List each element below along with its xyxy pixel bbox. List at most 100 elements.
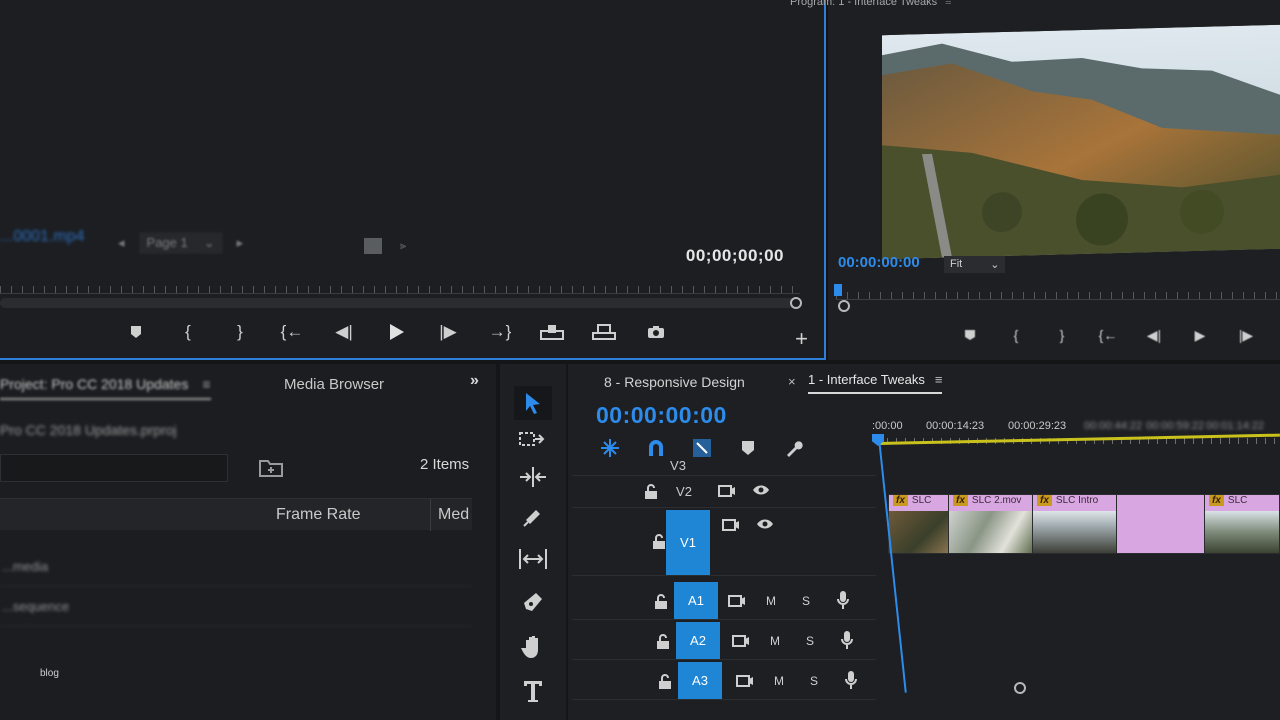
drag-video-icon[interactable]	[364, 238, 382, 254]
list-item[interactable]: ...media	[0, 548, 472, 586]
lock-icon[interactable]	[654, 594, 668, 610]
step-back-icon[interactable]: ◀|	[328, 318, 360, 346]
go-to-in-icon[interactable]: {←	[276, 318, 308, 346]
item-count: 2 Items	[420, 456, 470, 473]
timeline-clip[interactable]	[1116, 494, 1206, 554]
export-frame-icon[interactable]	[640, 318, 672, 346]
timeline-playhead[interactable]	[878, 437, 907, 693]
panel-menu-icon[interactable]: ≡	[945, 0, 951, 8]
track-label[interactable]: A3	[678, 662, 722, 699]
lock-icon[interactable]	[652, 534, 666, 550]
microphone-icon[interactable]	[836, 590, 850, 610]
track-a1: A1 M S	[572, 582, 876, 620]
lock-icon[interactable]	[658, 674, 672, 690]
track-label[interactable]: A2	[676, 622, 720, 659]
program-playhead[interactable]	[834, 284, 842, 296]
tools-panel	[500, 364, 566, 720]
drag-audio-icon[interactable]: ⫸	[400, 240, 406, 253]
column-frame-rate[interactable]: Frame Rate	[276, 506, 360, 524]
solo-button[interactable]: S	[810, 674, 818, 688]
ripple-edit-icon[interactable]	[514, 460, 552, 494]
play-icon[interactable]: ▶	[1188, 324, 1212, 346]
program-title[interactable]: Program: 1 - Interface Tweaks ≡	[790, 0, 952, 8]
project-panel: Project: Pro CC 2018 Updates ≡ Media Brow…	[0, 364, 496, 720]
program-scroll-handle[interactable]	[838, 300, 850, 312]
program-timecode[interactable]: 00:00:00:00	[838, 254, 920, 271]
mark-out-icon[interactable]: }	[224, 318, 256, 346]
source-clip-name[interactable]: ...0001.mp4	[0, 228, 85, 246]
step-back-icon[interactable]: ◀|	[1142, 324, 1166, 346]
source-zoom-scrollbar[interactable]	[0, 297, 802, 309]
panel-menu-icon[interactable]: ≡	[935, 372, 943, 387]
column-media[interactable]: Med	[438, 506, 469, 524]
track-label[interactable]: V3	[656, 456, 700, 475]
mute-button[interactable]: M	[774, 674, 784, 688]
list-item-label: ...media	[2, 559, 49, 574]
add-button[interactable]: +	[795, 326, 808, 352]
insert-icon[interactable]	[536, 318, 568, 346]
sync-lock-icon[interactable]	[718, 484, 736, 498]
track-select-forward-icon[interactable]	[514, 422, 552, 456]
sync-lock-icon[interactable]	[722, 518, 740, 532]
lock-icon[interactable]	[656, 634, 670, 650]
tab-project[interactable]: Project: Pro CC 2018 Updates ≡	[0, 376, 211, 400]
column-divider[interactable]	[430, 499, 431, 531]
source-timecode[interactable]: 00;00;00;00	[686, 246, 784, 266]
go-to-out-icon[interactable]: →}	[484, 318, 516, 346]
mark-in-icon[interactable]: {	[1004, 324, 1028, 346]
sync-lock-icon[interactable]	[732, 634, 750, 648]
sync-lock-icon[interactable]	[728, 594, 746, 608]
lock-icon[interactable]	[644, 484, 658, 500]
eye-icon[interactable]	[756, 518, 774, 530]
tab-responsive-design[interactable]: 8 - Responsive Design	[604, 374, 745, 390]
pen-icon[interactable]	[514, 586, 552, 620]
source-time-ruler[interactable]	[0, 272, 800, 294]
overwrite-icon[interactable]	[588, 318, 620, 346]
step-forward-icon[interactable]: |▶	[1234, 324, 1258, 346]
fit-dropdown[interactable]: Fit ⌄	[944, 256, 1006, 273]
marker-icon[interactable]	[958, 324, 982, 346]
tab-interface-tweaks[interactable]: 1 - Interface Tweaks ≡	[808, 372, 943, 394]
search-input[interactable]	[0, 454, 228, 482]
play-icon[interactable]	[380, 318, 412, 346]
mark-out-icon[interactable]: }	[1050, 324, 1074, 346]
track-label[interactable]: A1	[674, 582, 718, 619]
panel-menu-icon[interactable]: ≡	[202, 376, 210, 392]
timeline-zoom-handle[interactable]	[1014, 682, 1026, 694]
solo-button[interactable]: S	[802, 594, 810, 608]
step-forward-icon[interactable]: |▶	[432, 318, 464, 346]
marker-icon[interactable]	[120, 318, 152, 346]
track-label[interactable]: V2	[662, 476, 706, 507]
timeline-clip[interactable]: fx SLC	[888, 494, 950, 554]
microphone-icon[interactable]	[840, 630, 854, 650]
list-item[interactable]: ...sequence	[0, 588, 472, 626]
eye-icon[interactable]	[752, 484, 770, 496]
next-page-icon[interactable]: ▸	[237, 235, 244, 251]
timeline-clip[interactable]: fx SLC 2.mov	[948, 494, 1034, 554]
prev-page-icon[interactable]: ◂	[118, 235, 125, 251]
sync-lock-icon[interactable]	[736, 674, 754, 688]
program-title-label: Program: 1 - Interface Tweaks	[790, 0, 938, 8]
mark-in-icon[interactable]: {	[172, 318, 204, 346]
tab-media-browser[interactable]: Media Browser	[284, 376, 384, 393]
timeline-timecode[interactable]: 00:00:00:00	[596, 402, 727, 429]
type-icon[interactable]	[514, 674, 552, 708]
slip-icon[interactable]	[514, 542, 552, 576]
more-panels-icon[interactable]: »	[470, 372, 479, 390]
go-to-in-icon[interactable]: {←	[1096, 324, 1120, 346]
program-time-ruler[interactable]	[836, 278, 1280, 300]
selection-tool-icon[interactable]	[514, 386, 552, 420]
timeline-clip[interactable]: fx SLC Intro	[1032, 494, 1118, 554]
microphone-icon[interactable]	[844, 670, 858, 690]
new-bin-icon[interactable]	[258, 456, 284, 478]
razor-icon[interactable]	[514, 500, 552, 534]
track-label[interactable]: V1	[666, 510, 710, 575]
mute-button[interactable]: M	[770, 634, 780, 648]
close-icon[interactable]: ×	[788, 374, 796, 389]
hand-icon[interactable]	[514, 630, 552, 664]
page-selector[interactable]: ◂ Page 1 ⌄ ▸	[118, 232, 243, 254]
scroll-handle[interactable]	[790, 297, 802, 309]
timeline-clip[interactable]: fx SLC	[1204, 494, 1280, 554]
solo-button[interactable]: S	[806, 634, 814, 648]
mute-button[interactable]: M	[766, 594, 776, 608]
